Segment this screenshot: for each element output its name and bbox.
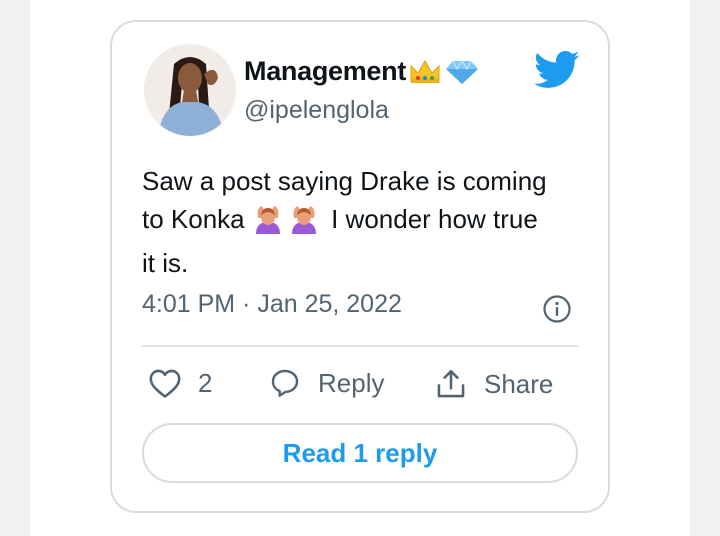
tweet-text-line: to Konka I wonder how true — [142, 200, 592, 244]
reply-label: Reply — [318, 367, 385, 398]
read-replies-button[interactable]: Read 1 reply — [142, 423, 578, 483]
person-gesturing-ok-icon — [288, 204, 320, 244]
user-handle[interactable]: @ipelenglola — [244, 96, 389, 125]
like-button[interactable]: 2 — [148, 367, 212, 399]
info-icon[interactable] — [542, 294, 572, 324]
tweet-text: Saw a post saying Drake is coming to Kon… — [142, 162, 592, 282]
display-name[interactable]: Management — [244, 56, 480, 87]
like-count: 2 — [198, 367, 213, 398]
display-name-text: Management — [244, 56, 407, 86]
tweet-text-fragment: to Konka — [142, 204, 245, 234]
share-label: Share — [484, 368, 554, 399]
tweet-text-fragment: I wonder how true — [331, 204, 538, 234]
person-gesturing-ok-icon — [252, 204, 284, 244]
avatar[interactable] — [144, 44, 236, 136]
share-button[interactable]: Share — [434, 367, 553, 401]
tweet-timestamp[interactable]: 4:01 PM · Jan 25, 2022 — [142, 290, 402, 319]
tweet-card[interactable]: Management @ipelenglola Saw a post sayin… — [110, 20, 610, 513]
tweet-text-line: it is. — [142, 248, 189, 278]
gem-icon — [444, 58, 480, 86]
share-icon — [434, 367, 468, 401]
heart-icon — [148, 367, 182, 399]
divider — [142, 345, 578, 347]
tweet-text-line: Saw a post saying Drake is coming — [142, 166, 547, 196]
reply-button[interactable]: Reply — [268, 367, 384, 399]
reply-icon — [268, 367, 302, 399]
crown-emoji-icon — [408, 58, 442, 86]
twitter-bird-icon[interactable] — [534, 50, 580, 90]
